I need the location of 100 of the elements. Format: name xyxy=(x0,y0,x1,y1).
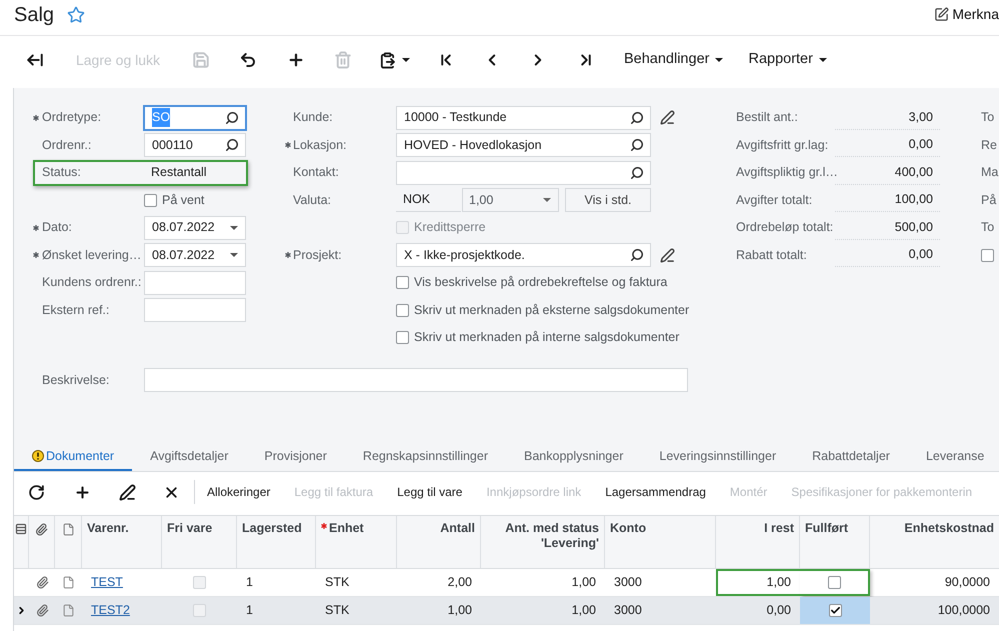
paperclip-icon[interactable] xyxy=(36,576,48,589)
checkbox[interactable] xyxy=(981,248,994,262)
search-icon[interactable] xyxy=(225,110,239,125)
date-field[interactable]: 08.07.2022 xyxy=(144,216,246,240)
checkbox-label: Skriv ut merknaden på eksterne salgsdokumenter xyxy=(414,302,690,319)
column-header[interactable]: Enhetskostnad xyxy=(904,521,994,536)
item-link[interactable]: TEST xyxy=(91,573,123,592)
document-icon[interactable] xyxy=(62,604,75,617)
total-label: Avgiftsfritt gr.lag: xyxy=(736,136,830,154)
checkbox[interactable] xyxy=(828,604,842,617)
checkbox[interactable] xyxy=(828,576,840,589)
tab[interactable]: Rabattdetaljer xyxy=(794,442,908,471)
star-icon[interactable] xyxy=(67,6,86,24)
field-label: To xyxy=(981,219,994,236)
rows-icon[interactable] xyxy=(15,523,27,535)
lookup-field[interactable] xyxy=(396,160,651,185)
column-header[interactable]: Lagersted xyxy=(242,521,302,536)
caret-icon xyxy=(715,58,724,62)
tab[interactable]: Avgiftsdetaljer xyxy=(132,442,246,471)
toolbar-button[interactable]: Legg til vare xyxy=(385,477,474,507)
page-title: Salg xyxy=(14,4,54,24)
field-label: Kundens ordrenr.: xyxy=(42,274,142,292)
required-asterisk-icon xyxy=(321,523,327,529)
search-icon[interactable] xyxy=(630,110,644,125)
search-icon[interactable] xyxy=(630,138,644,152)
field-label: Status: xyxy=(42,164,82,182)
pencil-icon[interactable] xyxy=(660,110,675,126)
checkbox[interactable] xyxy=(396,331,409,344)
checkbox[interactable] xyxy=(144,194,157,207)
toolbar-button[interactable]: Lagersammendrag xyxy=(593,477,718,507)
column-header[interactable]: Konto xyxy=(610,521,646,536)
total-value: 0,00 xyxy=(835,243,940,268)
toolbar-button[interactable]: Allokeringer xyxy=(195,477,282,507)
paperclip-icon xyxy=(35,523,48,536)
input-field[interactable] xyxy=(144,368,688,392)
search-icon[interactable] xyxy=(630,166,644,180)
field-label: Ordrenr.: xyxy=(42,136,92,154)
total-label: Avgiftspliktig gr.l… xyxy=(736,164,835,182)
menu-button[interactable]: Behandlinger xyxy=(610,42,734,78)
field-label: To xyxy=(981,109,994,126)
total-value: 3,00 xyxy=(835,106,940,130)
plus-icon xyxy=(287,51,305,69)
tab[interactable]: Regnskapsinnstillinger xyxy=(344,442,506,471)
total-value: 0,00 xyxy=(835,133,940,158)
table-cell-text: STK xyxy=(324,574,350,592)
lookup-field[interactable]: HOVED - Hovedlokasjon xyxy=(396,133,651,158)
column-header[interactable]: Fri vare xyxy=(167,521,212,536)
lookup-field[interactable]: 000110 xyxy=(144,133,246,158)
tab[interactable]: Bankopplysninger xyxy=(506,442,642,471)
column-header[interactable]: Fullført xyxy=(805,521,848,536)
table-cell-text: 100,0000 xyxy=(936,602,991,620)
column-header[interactable]: Enhet xyxy=(321,521,364,536)
input-field[interactable] xyxy=(144,298,246,322)
column-header[interactable]: I rest xyxy=(764,521,794,536)
table-cell-text: 1 xyxy=(245,602,254,620)
check-icon xyxy=(830,605,840,616)
column-header[interactable]: Antall xyxy=(440,521,475,536)
column-header[interactable]: Ant. med status 'Levering' xyxy=(486,521,599,551)
table-cell-text: 1,00 xyxy=(570,602,597,620)
table-row[interactable]: TEST2 1 STK 1,00 1,00 3000 0,00 100,0000 xyxy=(14,597,999,625)
lookup-field[interactable]: 10000 - Testkunde xyxy=(396,106,651,130)
back-arrow-icon xyxy=(26,51,44,69)
table-cell-text: 1,00 xyxy=(446,602,473,620)
caret-icon xyxy=(402,58,410,62)
total-value: 500,00 xyxy=(835,216,940,240)
table-cell-text: 1,00 xyxy=(570,574,597,592)
rate-dropdown[interactable]: 1,00 xyxy=(462,188,559,212)
lookup-field[interactable]: X - Ikke-prosjektkode. xyxy=(396,243,651,268)
caret-icon xyxy=(543,198,551,202)
table-cell-text: 3000 xyxy=(613,602,643,620)
trash-icon xyxy=(334,51,352,69)
tab[interactable]: Provisjoner xyxy=(246,442,345,471)
note-edit-icon[interactable] xyxy=(934,7,950,22)
search-icon[interactable] xyxy=(630,248,644,262)
save-icon xyxy=(192,51,210,69)
column-header[interactable]: Varenr. xyxy=(87,521,129,536)
input-field[interactable] xyxy=(144,270,246,295)
pencil-icon[interactable] xyxy=(660,248,675,263)
tab[interactable]: Leveranse xyxy=(908,442,999,471)
notes-link[interactable]: Merkna xyxy=(952,4,999,25)
menu-button[interactable]: Rapporter xyxy=(734,42,838,78)
total-label: Rabatt totalt: xyxy=(736,246,808,264)
plus-icon xyxy=(74,484,90,500)
checkbox[interactable] xyxy=(396,276,409,290)
item-link[interactable]: TEST2 xyxy=(91,601,130,620)
date-field[interactable]: 08.07.2022 xyxy=(144,243,246,268)
paperclip-icon[interactable] xyxy=(36,604,48,617)
document-icon[interactable] xyxy=(62,576,75,589)
table-row[interactable]: TEST 1 STK 2,00 1,00 3000 1,00 90,0000 xyxy=(14,569,999,597)
search-icon[interactable] xyxy=(225,138,239,152)
focused-cell[interactable] xyxy=(800,597,870,624)
tab[interactable]: Leveringsinnstillinger xyxy=(641,442,794,471)
field-label: Prosjekt: xyxy=(293,246,343,264)
table-cell-text: 0,00 xyxy=(766,602,792,620)
checkbox[interactable] xyxy=(396,304,409,317)
currency-field[interactable]: NOK xyxy=(396,188,461,212)
view-in-base-button[interactable]: Vis i std. xyxy=(565,188,651,212)
field-label: Lokasjon: xyxy=(293,136,348,154)
checkbox-label: Vis beskrivelse på ordrebekreftelse og faktura xyxy=(414,274,668,292)
field-label: Dato: xyxy=(42,219,73,236)
